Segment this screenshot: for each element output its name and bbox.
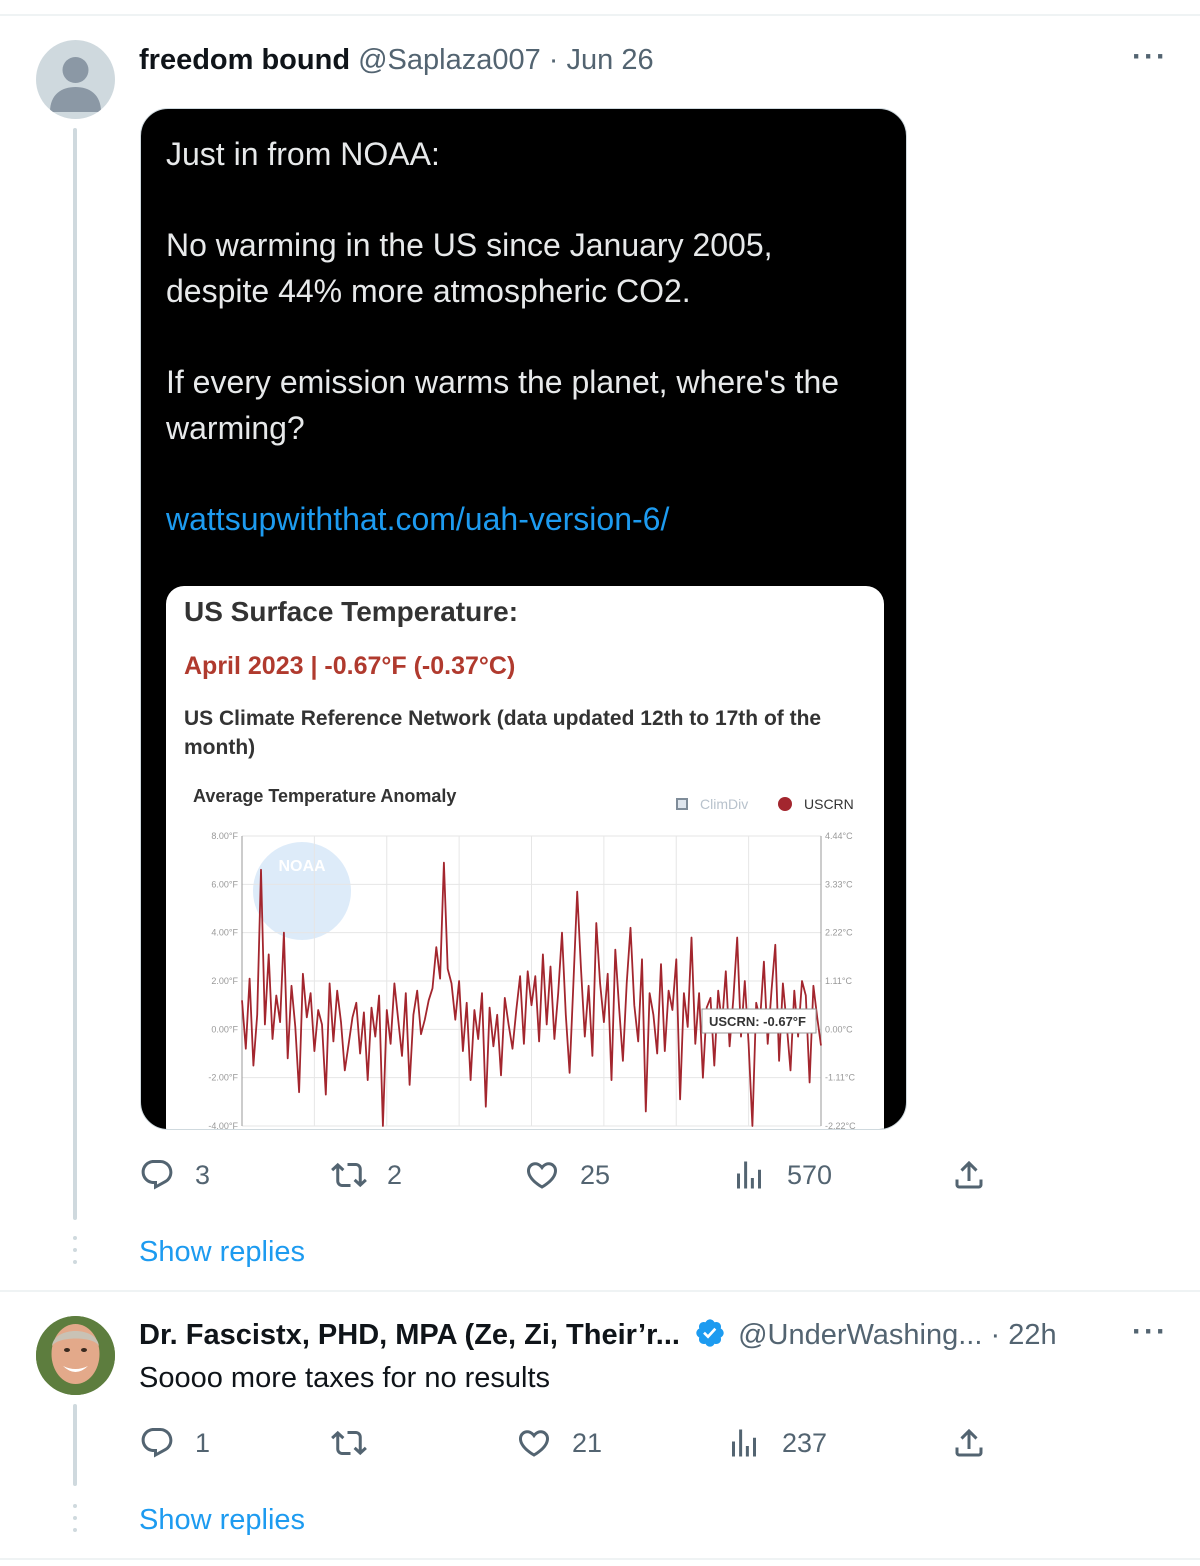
show-replies-link[interactable]: Show replies <box>139 1504 305 1537</box>
like-button[interactable]: 25 <box>524 1157 610 1193</box>
media-text-line: Just in from NOAA: <box>166 136 440 172</box>
verified-badge-icon <box>694 1317 726 1358</box>
y-tick-label-right: 0.00°C <box>825 1024 853 1034</box>
views-button[interactable]: 570 <box>731 1157 832 1193</box>
retweet-icon <box>331 1162 367 1188</box>
avatar[interactable] <box>36 1316 115 1395</box>
y-tick-label-right: 3.33°C <box>825 879 853 889</box>
y-tick-label-left: 0.00°F <box>211 1024 238 1034</box>
share-icon <box>955 1428 983 1457</box>
thread-line <box>73 128 77 1220</box>
author-name[interactable]: freedom bound <box>139 44 350 76</box>
y-tick-label-right: 1.11°C <box>825 976 852 986</box>
reply-button[interactable]: 3 <box>139 1157 210 1193</box>
bottom-divider <box>0 1558 1200 1560</box>
tweet-dr-fascistx[interactable]: Dr. Fascistx, PHD, MPA (Ze, Zi, Their’r.… <box>0 1292 1200 1558</box>
views-icon <box>732 1429 756 1457</box>
y-tick-label-right: 2.22°C <box>825 928 853 938</box>
separator: · <box>548 44 559 76</box>
noaa-logo-icon <box>253 842 351 940</box>
y-tick-label-left: 2.00°F <box>211 976 238 986</box>
tweet-date[interactable]: Jun 26 <box>567 44 654 76</box>
media-text-line: If every emission warms the planet, wher… <box>166 364 840 400</box>
reply-button[interactable]: 1 <box>139 1425 210 1461</box>
views-count: 237 <box>782 1427 828 1458</box>
tweet-actions: 1 21 237 <box>139 1425 999 1465</box>
views-icon <box>737 1161 761 1189</box>
views-count: 570 <box>787 1159 833 1190</box>
media-text-line: No warming in the US since January 2005, <box>166 227 773 263</box>
reply-count: 1 <box>195 1427 211 1458</box>
share-button[interactable] <box>951 1157 1007 1193</box>
y-tick-label-left: -4.00°F <box>208 1121 238 1130</box>
tweet-freedom-bound[interactable]: freedom bound @Saplaza007 · Jun 26 ··· J… <box>0 0 1200 1290</box>
y-tick-label-left: 8.00°F <box>211 831 238 841</box>
y-tick-label-left: 4.00°F <box>211 928 238 938</box>
more-options-button[interactable]: ··· <box>1132 40 1168 74</box>
tweet-actions: 3 2 25 570 <box>139 1157 999 1197</box>
share-button[interactable] <box>951 1425 1007 1461</box>
heart-icon <box>518 1430 550 1457</box>
retweet-count: 2 <box>387 1159 403 1190</box>
thread-dots <box>73 1236 77 1272</box>
thread-line <box>73 1404 77 1486</box>
media-text-line: despite 44% more atmospheric CO2. <box>166 273 691 309</box>
avatar[interactable] <box>36 40 115 119</box>
author-name[interactable]: Dr. Fascistx, PHD, MPA (Ze, Zi, Their’r.… <box>139 1319 680 1351</box>
tweet-text: Soooo more taxes for no results <box>139 1362 551 1394</box>
tooltip-label: USCRN: -0.67°F <box>709 1014 806 1029</box>
more-options-button[interactable]: ··· <box>1132 1315 1168 1349</box>
author-handle[interactable]: @Saplaza007 <box>358 44 541 76</box>
temperature-chart: NOAA 8.00°F 4.44°C 6.00°F 3.33°C 4.00°F 2.22°C… <box>208 831 856 1130</box>
retweet-button[interactable]: 2 <box>331 1157 402 1193</box>
tweet-media-image[interactable]: Just in from NOAA: No warming in the US … <box>140 108 907 1130</box>
views-button[interactable]: 237 <box>726 1425 827 1461</box>
y-tick-label-right: 4.44°C <box>825 831 853 841</box>
y-tick-label-right: -1.11°C <box>825 1073 855 1083</box>
retweet-icon <box>331 1430 367 1456</box>
reply-icon <box>141 1160 173 1190</box>
default-avatar-icon <box>50 57 101 112</box>
profile-photo-icon <box>36 1316 115 1395</box>
like-button[interactable]: 21 <box>516 1425 602 1461</box>
tweet-header: Dr. Fascistx, PHD, MPA (Ze, Zi, Their’r.… <box>139 1317 1057 1358</box>
temperature-card: US Surface Temperature: April 2023 | -0.… <box>166 586 884 1130</box>
y-tick-label-right: -2.22°C <box>825 1121 856 1130</box>
like-count: 21 <box>572 1427 603 1458</box>
share-icon <box>955 1160 983 1189</box>
show-replies-link[interactable]: Show replies <box>139 1236 305 1269</box>
author-handle[interactable]: @UnderWashing... <box>738 1319 982 1351</box>
reply-count: 3 <box>195 1159 211 1190</box>
reply-icon <box>141 1428 173 1458</box>
tweet-header: freedom bound @Saplaza007 · Jun 26 <box>139 42 654 78</box>
y-tick-label-left: 6.00°F <box>211 879 238 889</box>
tweet-time[interactable]: 22h <box>1008 1319 1056 1351</box>
heart-icon <box>526 1162 558 1189</box>
retweet-button[interactable] <box>331 1425 387 1461</box>
media-link: wattsupwiththat.com/uah-version-6/ <box>166 501 670 537</box>
separator: · <box>990 1319 1001 1351</box>
y-tick-label-left: -2.00°F <box>208 1073 238 1083</box>
media-text-line: warming? <box>166 410 305 446</box>
thread-dots <box>73 1504 77 1540</box>
like-count: 25 <box>580 1159 611 1190</box>
noaa-watermark-label: NOAA <box>278 858 326 875</box>
